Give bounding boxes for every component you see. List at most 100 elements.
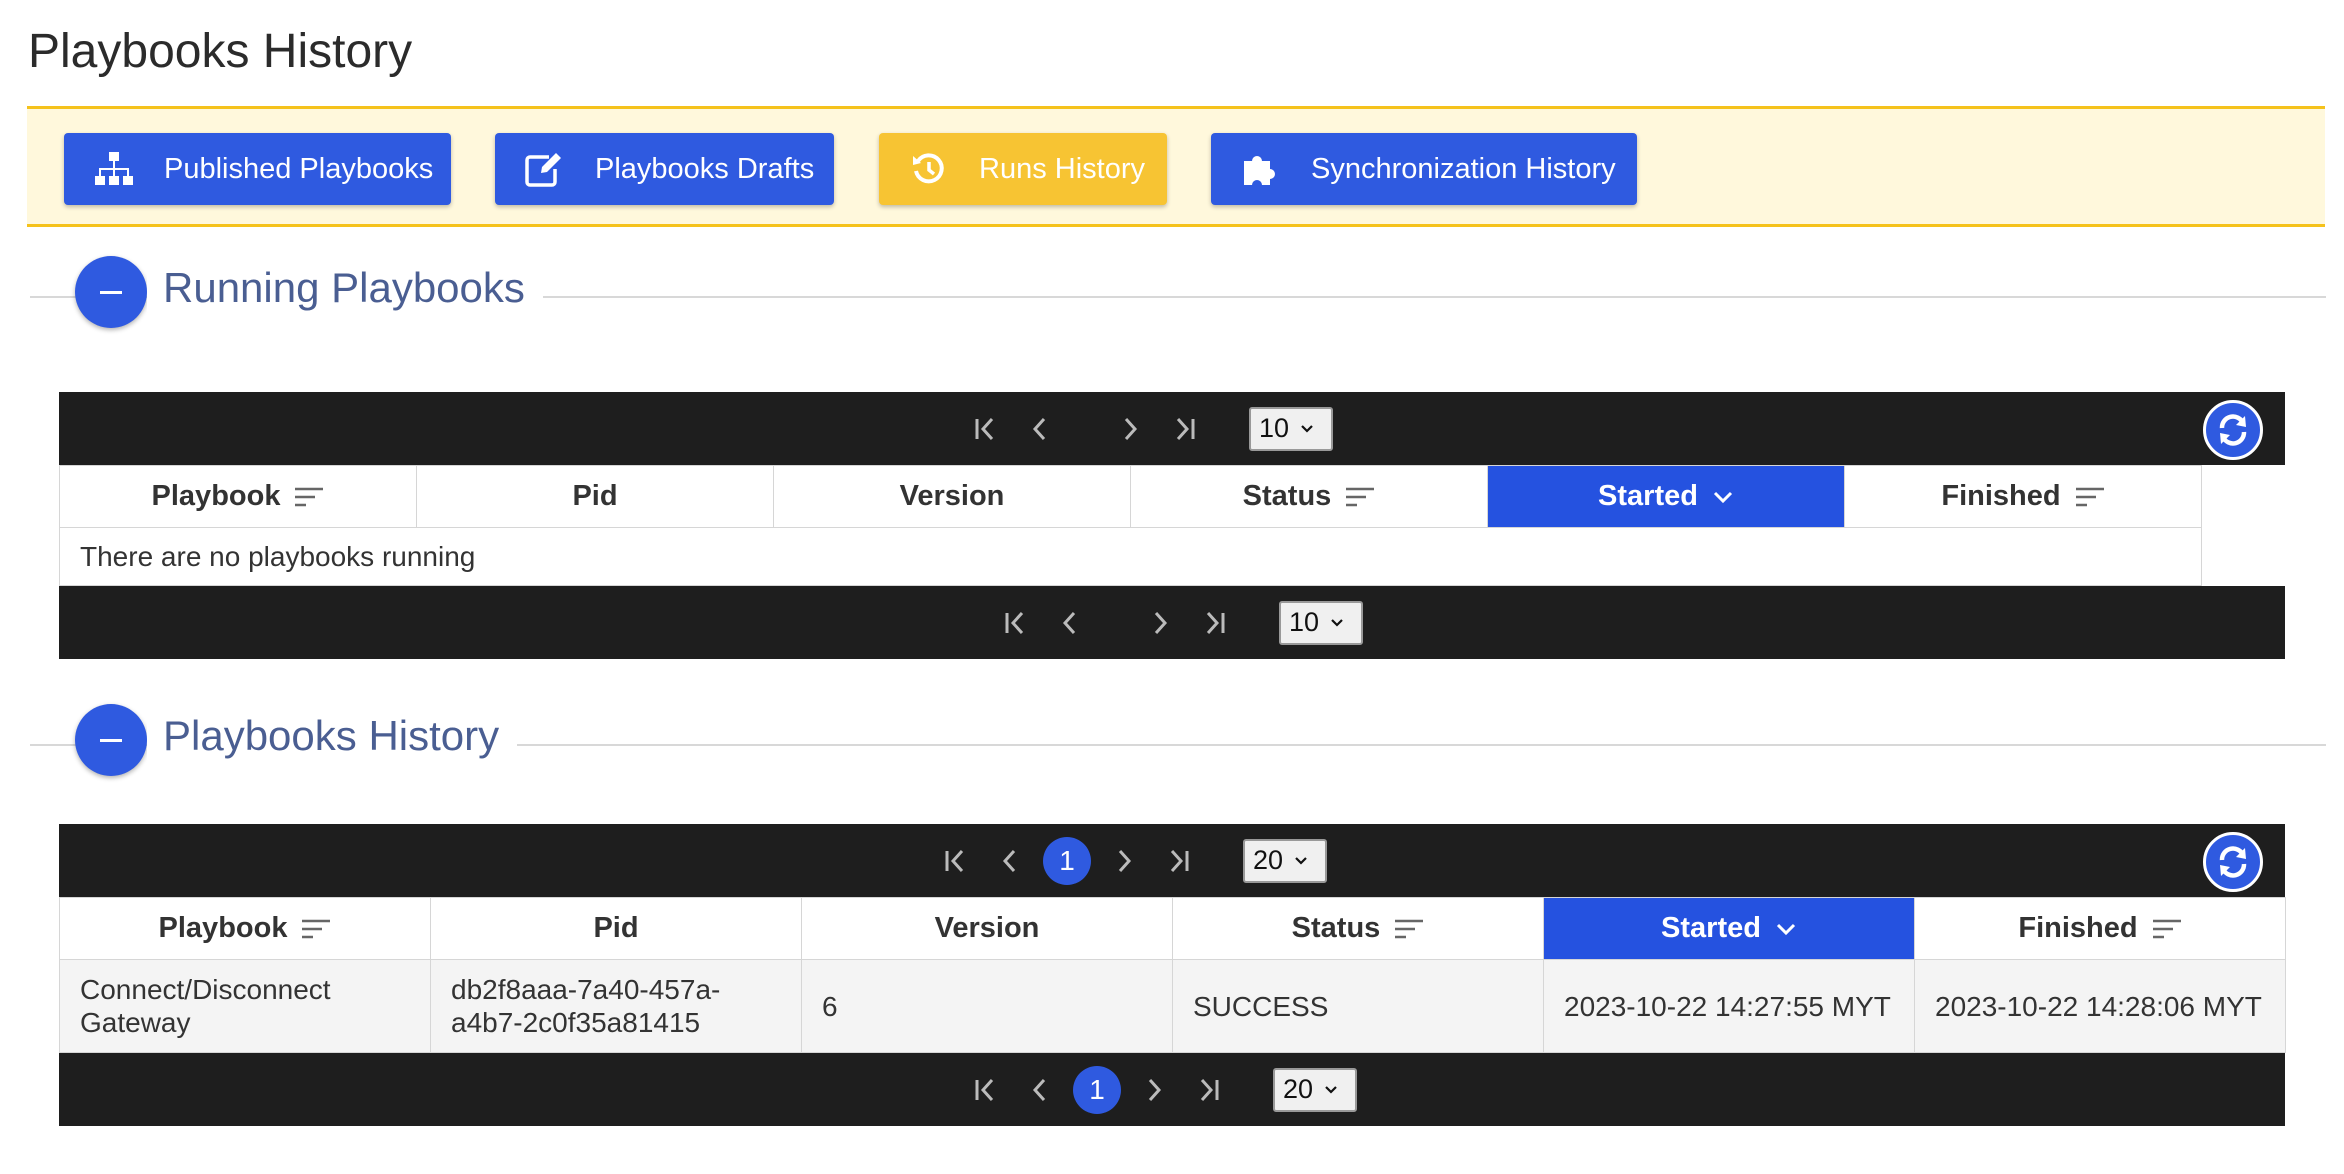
last-page-icon[interactable] [1181, 1063, 1235, 1117]
column-label: Pid [572, 480, 618, 512]
playbook-nav-bar: Published Playbooks Playbooks Drafts Run… [27, 106, 2325, 227]
first-page-icon[interactable] [959, 402, 1013, 456]
page-title: Playbooks History [28, 25, 413, 78]
column-label: Started [1661, 912, 1761, 944]
refresh-icon [2219, 414, 2247, 446]
last-page-icon[interactable] [1187, 596, 1241, 650]
column-label: Pid [593, 912, 639, 944]
first-page-icon[interactable] [929, 834, 983, 888]
running-playbooks-grid: 10 Playbook Pid Version Status Started F… [59, 392, 2285, 659]
page-size-select[interactable]: 20 [1243, 838, 1327, 883]
page-size-value: 20 [1253, 845, 1284, 875]
cell-playbook-line: Connect/Disconnect [80, 974, 331, 1005]
column-header-status[interactable]: Status [1130, 465, 1488, 528]
page-size-select[interactable]: 10 [1249, 406, 1333, 451]
prev-page-icon[interactable] [1013, 1063, 1067, 1117]
runs-history-button[interactable]: Runs History [879, 133, 1167, 205]
history-icon [879, 151, 979, 187]
column-label: Finished [1941, 480, 2061, 512]
column-label: Version [934, 912, 1040, 944]
bottom-pager-bar: 10 [59, 586, 2285, 659]
cell-playbook-line: Gateway [80, 1007, 191, 1038]
collapse-history-button[interactable] [75, 704, 147, 776]
last-page-icon[interactable] [1151, 834, 1205, 888]
column-header-status[interactable]: Status [1172, 897, 1544, 960]
empty-row: There are no playbooks running [59, 527, 2202, 586]
next-page-icon[interactable] [1097, 834, 1151, 888]
prev-page-icon[interactable] [1043, 596, 1097, 650]
table-header-row: Playbook Pid Version Status Started Fini… [59, 465, 2202, 528]
column-label: Started [1598, 480, 1698, 512]
empty-message: There are no playbooks running [59, 527, 2202, 586]
chevron-down-icon [1325, 1085, 1337, 1094]
prev-page-icon[interactable] [983, 834, 1037, 888]
cell-pid: db2f8aaa-7a40-457a-a4b7-2c0f35a81415 [430, 959, 802, 1053]
minus-icon [100, 290, 122, 294]
table-header-row: Playbook Pid Version Status Started Fini… [59, 897, 2286, 960]
pager: 1 20 [929, 824, 1327, 897]
page-number-button[interactable]: 1 [1073, 1065, 1121, 1114]
first-page-icon[interactable] [959, 1063, 1013, 1117]
synchronization-history-button[interactable]: Synchronization History [1211, 133, 1637, 205]
sort-icon [1395, 919, 1424, 938]
published-playbooks-label: Published Playbooks [164, 152, 434, 185]
column-header-version[interactable]: Version [801, 897, 1173, 960]
column-header-started[interactable]: Started [1487, 465, 1845, 528]
column-label: Finished [2018, 912, 2138, 944]
column-header-started[interactable]: Started [1543, 897, 1915, 960]
playbooks-drafts-button[interactable]: Playbooks Drafts [495, 133, 834, 205]
column-label: Version [899, 480, 1005, 512]
column-header-pid[interactable]: Pid [416, 465, 774, 528]
column-header-pid[interactable]: Pid [430, 897, 802, 960]
sitemap-icon [64, 151, 164, 187]
column-header-finished[interactable]: Finished [1914, 897, 2286, 960]
prev-page-icon[interactable] [1013, 402, 1067, 456]
refresh-icon [2219, 846, 2247, 878]
next-page-icon[interactable] [1127, 1063, 1181, 1117]
first-page-icon[interactable] [989, 596, 1043, 650]
playbooks-history-title: Playbooks History [147, 712, 518, 760]
last-page-icon[interactable] [1157, 402, 1211, 456]
pager: 10 [959, 392, 1333, 465]
refresh-button[interactable] [2203, 400, 2263, 460]
chevron-down-icon [1301, 424, 1313, 433]
playbooks-drafts-label: Playbooks Drafts [595, 152, 815, 185]
page-size-select[interactable]: 10 [1279, 600, 1363, 645]
page-size-value: 10 [1289, 607, 1320, 637]
top-pager-bar: 1 20 [59, 824, 2285, 897]
sort-icon [2075, 487, 2104, 506]
pager: 10 [989, 586, 1363, 659]
column-header-playbook[interactable]: Playbook [59, 465, 417, 528]
runs-history-label: Runs History [979, 152, 1145, 185]
collapse-running-button[interactable] [75, 256, 147, 328]
running-playbooks-section-header: Running Playbooks [30, 256, 2326, 336]
table-row[interactable]: Connect/Disconnect Gateway db2f8aaa-7a40-… [59, 959, 2286, 1053]
top-pager-bar: 10 [59, 392, 2285, 465]
refresh-button[interactable] [2203, 832, 2263, 892]
edit-icon [495, 151, 595, 187]
cell-playbook: Connect/Disconnect Gateway [59, 959, 431, 1053]
next-page-icon[interactable] [1103, 402, 1157, 456]
cell-pid-line: a4b7-2c0f35a81415 [451, 1007, 701, 1038]
synchronization-history-label: Synchronization History [1311, 152, 1616, 185]
column-label: Status [1242, 480, 1332, 512]
column-label: Playbook [158, 912, 288, 944]
column-header-finished[interactable]: Finished [1844, 465, 2202, 528]
sort-icon [295, 487, 324, 506]
next-page-icon[interactable] [1133, 596, 1187, 650]
bottom-pager-bar: 1 20 [59, 1053, 2285, 1126]
cell-status: SUCCESS [1172, 959, 1544, 1053]
running-table: Playbook Pid Version Status Started Fini… [59, 465, 2202, 586]
page-number-button[interactable]: 1 [1043, 836, 1091, 885]
column-header-playbook[interactable]: Playbook [59, 897, 431, 960]
sort-icon [302, 919, 331, 938]
playbooks-history-grid: 1 20 Playbook Pid Version Status Started… [59, 824, 2286, 1126]
pager: 1 20 [959, 1053, 1357, 1126]
cell-started: 2023-10-22 14:27:55 MYT [1543, 959, 1915, 1053]
sort-icon [2152, 919, 2181, 938]
page-size-select[interactable]: 20 [1273, 1067, 1357, 1112]
column-header-version[interactable]: Version [773, 465, 1131, 528]
chevron-down-icon [1713, 491, 1733, 503]
page-size-value: 20 [1283, 1074, 1314, 1104]
published-playbooks-button[interactable]: Published Playbooks [64, 133, 451, 205]
